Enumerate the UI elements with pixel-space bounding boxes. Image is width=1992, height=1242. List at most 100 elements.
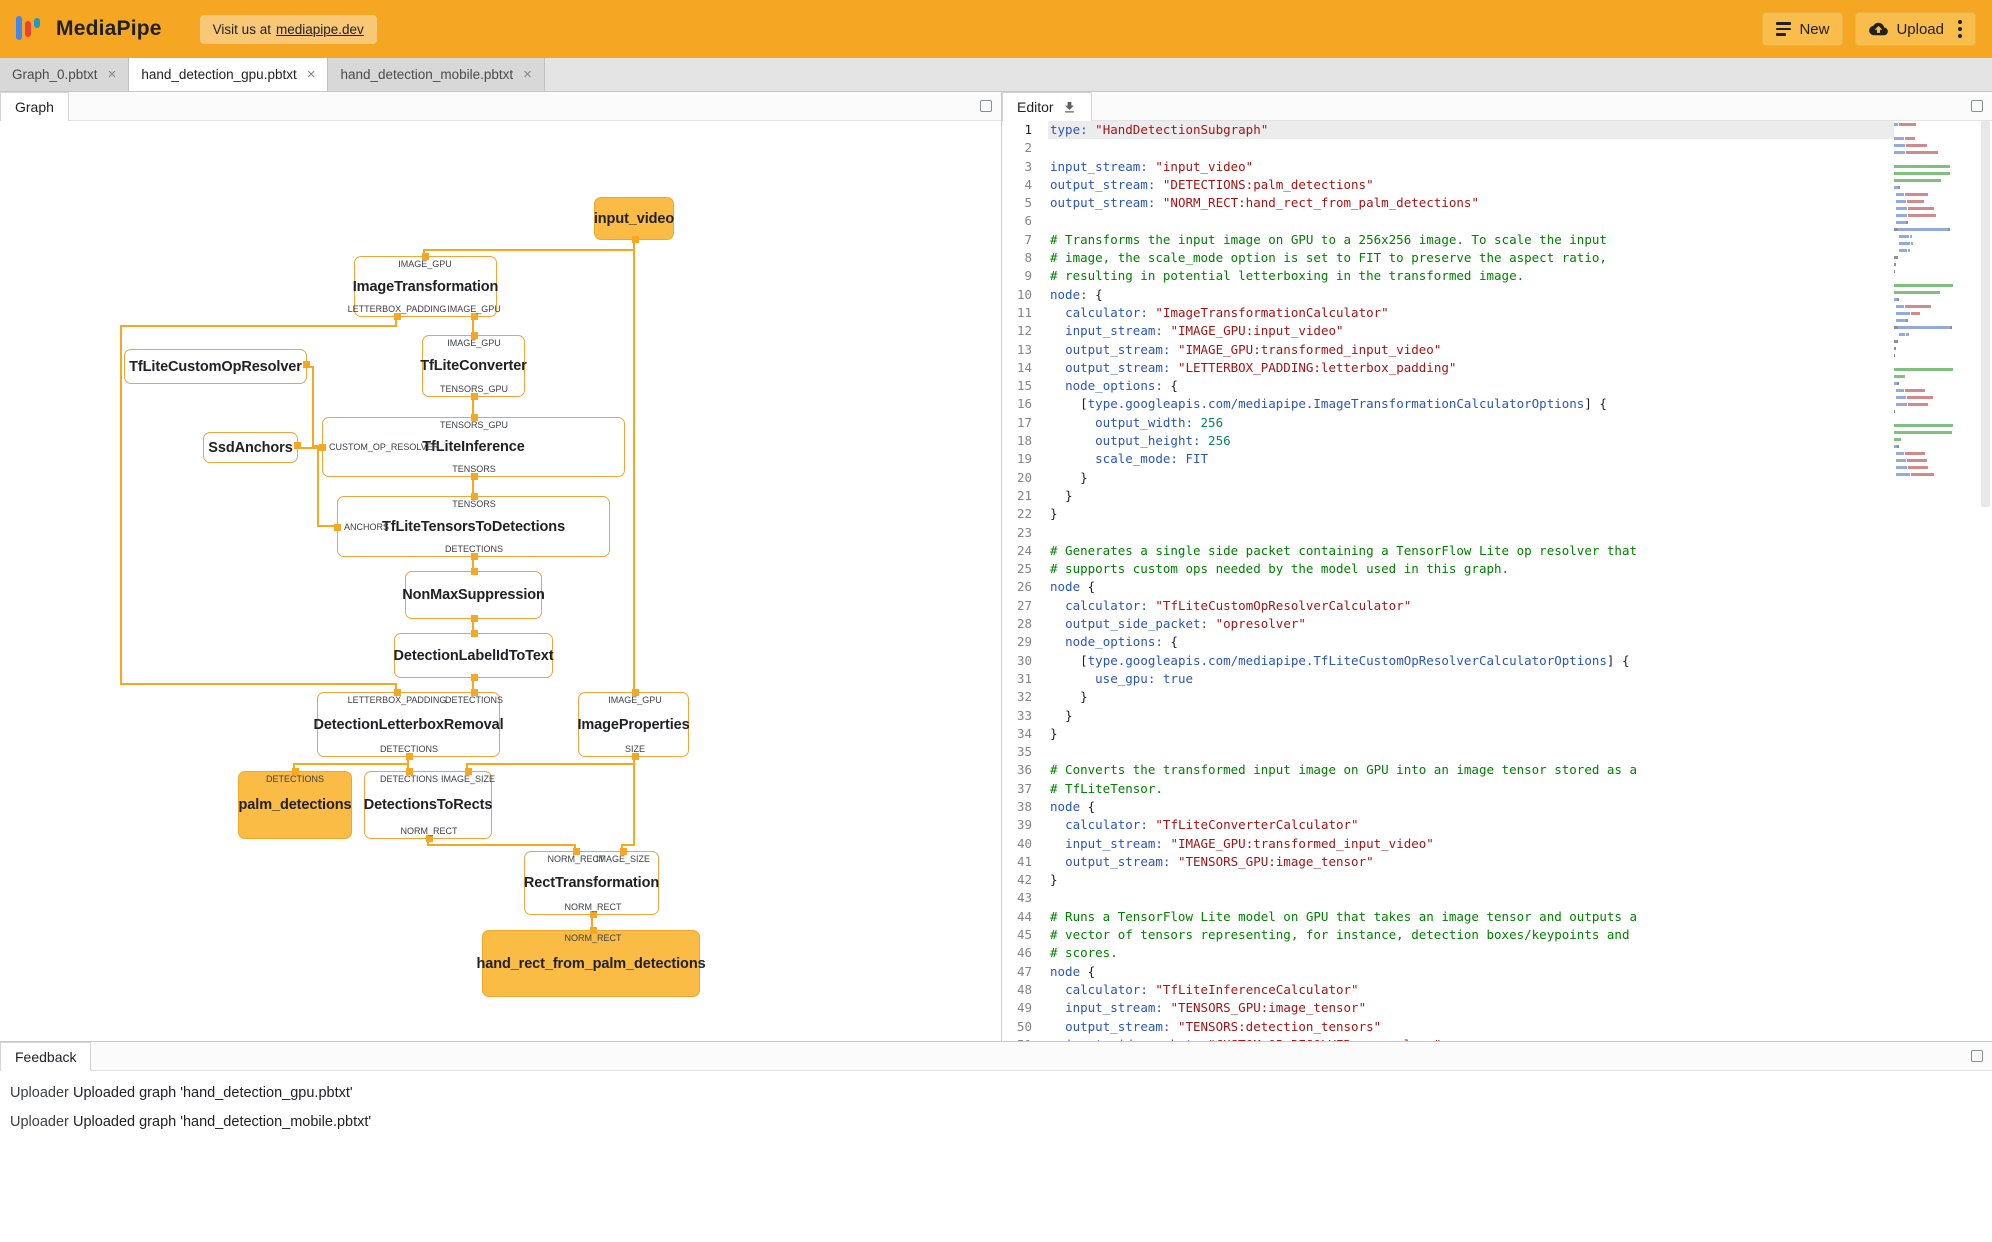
graph-panel: Graph input_video ImageTransformation IMAG… — [0, 92, 1001, 1041]
mediapipe-dev-link[interactable]: mediapipe.dev — [276, 22, 364, 37]
feedback-tab[interactable]: Feedback — [0, 1042, 92, 1071]
graph-node-RectTransformation[interactable]: RectTransformation NORM_RECT IMAGE_SIZE NOR… — [524, 848, 659, 918]
file-tab-hand_detection_gpu.pbtxt[interactable]: hand_detection_gpu.pbtxt × — [129, 58, 329, 91]
port-label: NORM_RECT — [564, 902, 622, 912]
graph-node-input_video[interactable]: input_video — [594, 197, 674, 243]
expand-panel-icon[interactable] — [1971, 1050, 1983, 1062]
download-icon[interactable] — [1062, 100, 1077, 115]
feedback-panel: Feedback Uploader Uploaded graph 'hand_de… — [0, 1041, 1992, 1242]
line-number: 23 — [1002, 523, 1048, 542]
code-text: node { — [1050, 798, 1096, 814]
graph-node-SsdAnchors[interactable]: SsdAnchors — [203, 432, 301, 463]
file-tab-hand_detection_mobile.pbtxt[interactable]: hand_detection_mobile.pbtxt × — [328, 58, 545, 91]
minimap-row — [1894, 445, 1978, 448]
minimap-row — [1894, 473, 1978, 476]
port-label: IMAGE_GPU — [608, 695, 662, 705]
node-label: ImageProperties — [577, 716, 690, 733]
line-number: 3 — [1002, 157, 1048, 176]
code-line: 20 } — [1002, 468, 1894, 487]
graph-node-DetectionLabelIdToText[interactable]: DetectionLabelIdToText — [394, 630, 554, 681]
port-label: DETECTIONS — [379, 744, 439, 754]
port-connector — [425, 835, 433, 842]
code-line: 38 node { — [1002, 797, 1894, 817]
minimap-row — [1894, 340, 1978, 343]
graph-tab-label: Graph — [15, 99, 54, 115]
port-connector — [405, 753, 413, 760]
line-number: 5 — [1002, 194, 1048, 213]
line-number: 35 — [1002, 743, 1048, 762]
minimap-row — [1894, 214, 1978, 217]
graph-node-palm_detections[interactable]: palm_detections DETECTIONS — [238, 768, 352, 839]
feedback-message: Uploaded graph 'hand_detection_gpu.pbtxt… — [73, 1084, 353, 1101]
code-line: 33 } — [1002, 706, 1894, 725]
editor-scrollbar[interactable] — [1979, 121, 1992, 1041]
code-line: 2 — [1002, 139, 1894, 158]
graph-node-TfLiteInference[interactable]: TfLiteInference TENSORS_GPU TENSORS CUSTOM_… — [319, 414, 625, 480]
port-label: TENSORS_GPU — [439, 384, 509, 394]
mediapipe-logo — [16, 16, 42, 42]
port-label: IMAGE_GPU — [447, 338, 501, 348]
code-text: # Runs a TensorFlow Lite model on GPU th… — [1050, 908, 1637, 924]
close-icon[interactable]: × — [523, 67, 532, 82]
kebab-menu-icon[interactable] — [1958, 20, 1962, 38]
visit-us-text: Visit us at — [212, 21, 271, 37]
code-text: output_stream: "IMAGE_GPU:transformed_in… — [1065, 341, 1442, 357]
code-text: } — [1050, 506, 1058, 522]
line-number: 39 — [1002, 816, 1048, 835]
code-line: 5 output_stream: "NORM_RECT:hand_rect_fro… — [1002, 194, 1894, 213]
code-text: } — [1050, 689, 1088, 705]
graph-tab[interactable]: Graph — [0, 92, 69, 121]
graph-node-NonMaxSuppression[interactable]: NonMaxSuppression — [402, 568, 545, 622]
port-label: IMAGE_SIZE — [595, 854, 651, 864]
code-editor[interactable]: 1 type: "HandDetectionSubgraph" 2 3 input_st… — [1002, 121, 1992, 1041]
minimap-row — [1894, 130, 1978, 133]
expand-panel-icon[interactable] — [1971, 100, 1983, 112]
minimap-row — [1894, 179, 1978, 182]
graph-node-DetectionsToRects[interactable]: DetectionsToRects DETECTIONS IMAGE_SIZE NOR… — [364, 768, 495, 842]
graph-node-TfLiteCustomOpResolver[interactable]: TfLiteCustomOpResolver — [124, 349, 310, 384]
editor-minimap[interactable] — [1894, 123, 1978, 1041]
line-number: 6 — [1002, 212, 1048, 231]
editor-tab[interactable]: Editor — [1002, 92, 1092, 121]
minimap-row — [1894, 263, 1978, 266]
graph-node-ImageTransformation[interactable]: ImageTransformation IMAGE_GPU LETTERBOX_PA… — [348, 253, 501, 320]
code-line: 7 # Transforms the input image on GPU to … — [1002, 230, 1894, 250]
editor-panel-strip: Editor — [1002, 92, 1992, 121]
code-line: 39 calculator: "TfLiteConverterCalculato… — [1002, 816, 1894, 835]
upload-button[interactable]: Upload — [1855, 12, 1976, 46]
file-tab-bar: Graph_0.pbtxt × hand_detection_gpu.pbtxt × h… — [0, 58, 1992, 92]
code-line: 24 # Generates a single side packet conta… — [1002, 541, 1894, 561]
visit-us-badge[interactable]: Visit us at mediapipe.dev — [199, 14, 377, 44]
line-number: 11 — [1002, 303, 1048, 323]
node-label: TfLiteConverter — [420, 358, 527, 374]
code-text: # TfLiteTensor. — [1050, 780, 1163, 796]
graph-node-hand_rect_from_palm_detections[interactable]: hand_rect_from_palm_detections NORM_RECT — [476, 927, 706, 997]
graph-node-ImageProperties[interactable]: ImageProperties IMAGE_GPU SIZE — [577, 689, 690, 760]
graph-canvas[interactable]: input_video ImageTransformation IMAGE_GPU L… — [0, 121, 1001, 1041]
expand-panel-icon[interactable] — [980, 100, 992, 112]
new-button[interactable]: New — [1762, 12, 1844, 46]
graph-node-TfLiteConverter[interactable]: TfLiteConverter IMAGE_GPU TENSORS_GPU — [420, 332, 527, 400]
close-icon[interactable]: × — [307, 67, 316, 82]
code-line: 27 calculator: "TfLiteCustomOpResolverCa… — [1002, 596, 1894, 616]
scrollbar-thumb[interactable] — [1981, 121, 1990, 508]
feedback-log: Uploader Uploaded graph 'hand_detection_g… — [0, 1071, 1992, 1136]
code-text: } — [1050, 725, 1058, 741]
line-number: 41 — [1002, 852, 1048, 872]
port-label: IMAGE_GPU — [447, 304, 501, 314]
file-tab-Graph_0.pbtxt[interactable]: Graph_0.pbtxt × — [0, 58, 130, 91]
code-text: input_stream: "IMAGE_GPU:transformed_inp… — [1065, 835, 1434, 851]
port-connector — [294, 441, 301, 449]
graph-node-DetectionLetterboxRemoval[interactable]: DetectionLetterboxRemoval LETTERBOX_PADDI… — [313, 689, 504, 760]
code-line: 18 output_height: 256 — [1002, 432, 1894, 451]
node-label: palm_detections — [238, 797, 352, 813]
feedback-panel-strip: Feedback — [0, 1042, 1992, 1071]
app-header: MediaPipe Visit us at mediapipe.dev New … — [0, 0, 1992, 58]
graph-node-TfLiteTensorsToDetections[interactable]: TfLiteTensorsToDetections TENSORS DETECTIO… — [334, 493, 610, 560]
code-text: node { — [1050, 579, 1096, 595]
code-text: output_width: 256 — [1095, 414, 1224, 430]
line-number: 7 — [1002, 230, 1048, 250]
close-icon[interactable]: × — [108, 67, 117, 82]
code-text: calculator: "TfLiteInferenceCalculator" — [1065, 981, 1359, 997]
